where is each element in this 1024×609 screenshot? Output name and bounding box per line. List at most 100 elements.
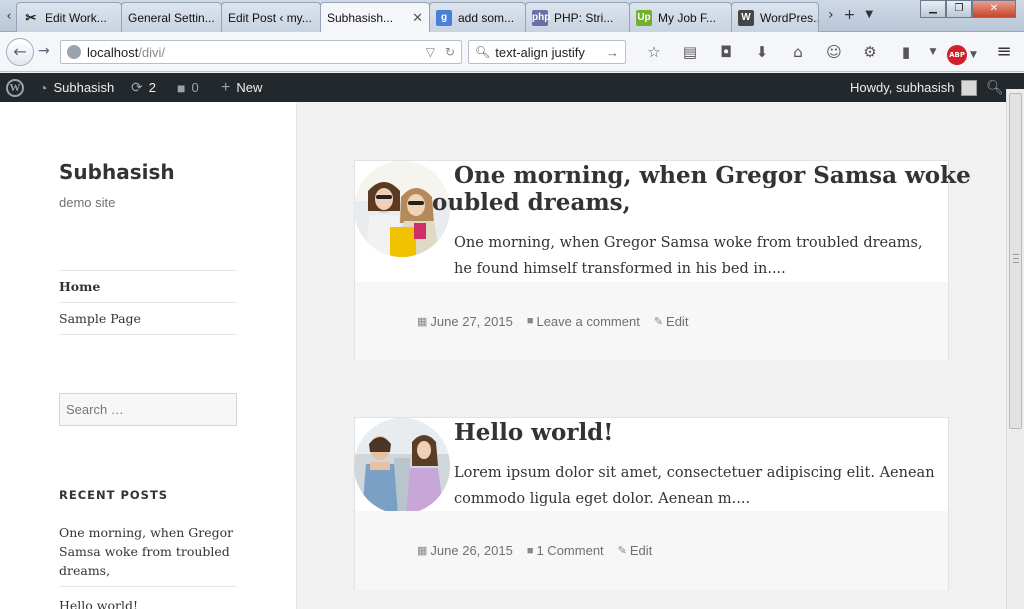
- tab-label: PHP: Stri...: [554, 10, 614, 25]
- smiley-feedback-icon[interactable]: ☺: [816, 40, 852, 64]
- pocket-icon[interactable]: ◘: [708, 40, 744, 64]
- reading-list-icon[interactable]: ▤: [672, 40, 708, 64]
- comment-icon: ■: [526, 315, 534, 327]
- browser-tab[interactable]: Up My Job F...: [629, 2, 732, 32]
- wp-admin-bar: W ◔ Subhasish ⟳ 2 ■ 0 + New Howdy, subha…: [0, 73, 1024, 102]
- post-date[interactable]: ▦ June 26, 2015: [417, 543, 513, 558]
- my-account-menu[interactable]: Howdy, subhasish: [850, 73, 977, 102]
- url-text: localhost/divi/: [87, 44, 166, 60]
- browser-tab[interactable]: General Settin...: [121, 2, 222, 32]
- search-bar[interactable]: 🔍︎ text-align justify →: [468, 40, 626, 64]
- search-bar-value: text-align justify: [495, 44, 585, 60]
- site-name-menu[interactable]: ◔ Subhasish: [39, 73, 114, 102]
- recent-posts-title: RECENT POSTS: [59, 488, 169, 502]
- browser-tab[interactable]: ✂ Edit Work...: [16, 2, 122, 32]
- google-icon: g: [436, 9, 452, 26]
- pencil-icon: ✎: [617, 545, 627, 557]
- post-meta: ▦ June 26, 2015 ■ 1 Comment ✎ Edit: [355, 511, 948, 590]
- recent-post-link[interactable]: One morning, when Gregor Samsa woke from…: [59, 523, 237, 587]
- wordpress-logo-menu[interactable]: W: [6, 73, 24, 102]
- php-icon: php: [532, 9, 550, 26]
- wordpress-icon: W: [738, 9, 754, 26]
- edit-link[interactable]: ✎ Edit: [618, 543, 653, 558]
- restore-button[interactable]: ❐: [946, 0, 972, 18]
- tab-list-dropdown-icon[interactable]: ▼: [865, 4, 873, 26]
- post-card: One morning, when Gregor Samsa woke oubl…: [354, 160, 971, 360]
- minimize-button[interactable]: ▁: [920, 0, 946, 18]
- tab-label: WordPres...: [760, 10, 819, 25]
- browser-tab[interactable]: Edit Post ‹ my...: [221, 2, 321, 32]
- home-icon[interactable]: ⌂: [780, 40, 816, 64]
- dropdown-arrow-icon[interactable]: ▼: [924, 40, 942, 64]
- tabs-scroll-left-icon[interactable]: ‹: [2, 6, 16, 28]
- tab-label: General Settin...: [128, 10, 215, 25]
- post-title[interactable]: Hello world!: [454, 419, 940, 446]
- bookmark-star-icon[interactable]: ☆: [636, 40, 672, 64]
- browser-menu-icon[interactable]: ≡: [990, 40, 1018, 64]
- scroll-grip-icon: [1013, 254, 1019, 263]
- reload-icon[interactable]: ↻: [445, 45, 455, 59]
- new-tab-icon[interactable]: +: [844, 4, 856, 26]
- clipboard-icon[interactable]: ▮: [888, 40, 924, 64]
- tab-label: My Job F...: [658, 10, 717, 25]
- post-thumbnail-friends[interactable]: [354, 418, 450, 514]
- post-excerpt: Lorem ipsum dolor sit amet, consectetuer…: [454, 465, 935, 507]
- scrollbar-thumb[interactable]: [1009, 93, 1022, 429]
- plus-icon: +: [221, 78, 231, 96]
- url-bar[interactable]: localhost/divi/ ▽ ↻: [60, 40, 462, 64]
- navigation-toolbar: ← → localhost/divi/ ▽ ↻ 🔍︎ text-align ju…: [0, 32, 1024, 72]
- extension-icon[interactable]: ⚙: [852, 40, 888, 64]
- comment-bubble-icon: ■: [177, 79, 186, 96]
- updates-icon: ⟳: [131, 79, 143, 95]
- dashboard-icon: ◔: [39, 79, 48, 96]
- post-card: Hello world! Lorem ipsum dolor sit amet,…: [354, 417, 949, 590]
- tab-close-icon[interactable]: ✕: [406, 10, 423, 26]
- downloads-icon[interactable]: ⬇: [744, 40, 780, 64]
- search-input[interactable]: [59, 393, 237, 426]
- browser-tab[interactable]: g add som...: [429, 2, 526, 32]
- updates-menu[interactable]: ⟳ 2: [131, 73, 156, 102]
- tabs-scroll-right-icon[interactable]: ›: [828, 4, 834, 26]
- comment-icon: ■: [526, 544, 534, 557]
- post-header: One morning, when Gregor Samsa woke oubl…: [354, 161, 971, 282]
- post-meta: ▦ June 27, 2015 ■ Leave a comment ✎ Edit: [355, 282, 948, 360]
- upwork-icon: Up: [636, 9, 652, 26]
- back-button[interactable]: ←: [6, 38, 34, 66]
- url-history-dropdown-icon[interactable]: ▽: [426, 45, 435, 59]
- wordpress-icon: W: [6, 78, 24, 97]
- window-close-button[interactable]: ✕: [972, 0, 1016, 18]
- post-title[interactable]: One morning, when Gregor Samsa woke oubl…: [432, 162, 971, 216]
- nav-item-home[interactable]: Home: [59, 271, 237, 303]
- comments-link[interactable]: ■ 1 Comment: [527, 543, 604, 558]
- recent-posts-list: One morning, when Gregor Samsa woke from…: [59, 523, 237, 609]
- browser-tab[interactable]: php PHP: Stri...: [525, 2, 630, 32]
- browser-tab[interactable]: W WordPres...: [731, 2, 819, 32]
- adblock-plus-icon[interactable]: ABP ▼: [942, 40, 982, 65]
- window-controls: ▁ ❐ ✕: [920, 0, 1016, 18]
- post-date[interactable]: ▦ June 27, 2015: [417, 314, 513, 329]
- browser-tab[interactable]: Subhasish... ✕: [320, 2, 430, 32]
- tab-label: Edit Post ‹ my...: [228, 10, 312, 25]
- site-title[interactable]: Subhasish: [59, 160, 175, 184]
- tab-label: Edit Work...: [45, 10, 107, 25]
- avatar: [960, 79, 977, 96]
- tab-label: add som...: [458, 10, 515, 25]
- comments-menu[interactable]: ■ 0: [177, 73, 199, 102]
- comments-count: 0: [191, 80, 199, 95]
- tab-label: Subhasish...: [327, 10, 394, 25]
- wrench-icon: ✂: [25, 9, 37, 25]
- comments-link[interactable]: ■ Leave a comment: [527, 314, 640, 329]
- updates-count: 2: [148, 80, 156, 95]
- post-excerpt: One morning, when Gregor Samsa woke from…: [454, 235, 923, 277]
- edit-link[interactable]: ✎ Edit: [654, 314, 689, 329]
- content-area: One morning, when Gregor Samsa woke oubl…: [297, 102, 1006, 609]
- site-sidebar: Subhasish demo site HomeSample Page RECE…: [0, 102, 297, 609]
- site-description: demo site: [59, 195, 116, 210]
- recent-post-link[interactable]: Hello world!: [59, 596, 237, 609]
- nav-item-sample-page[interactable]: Sample Page: [59, 303, 237, 335]
- new-content-menu[interactable]: + New: [221, 73, 262, 102]
- forward-button[interactable]: →: [38, 43, 50, 59]
- page-scrollbar[interactable]: [1006, 89, 1024, 609]
- search-go-icon[interactable]: →: [606, 45, 619, 60]
- admin-search-button[interactable]: 🔍︎: [986, 73, 1004, 102]
